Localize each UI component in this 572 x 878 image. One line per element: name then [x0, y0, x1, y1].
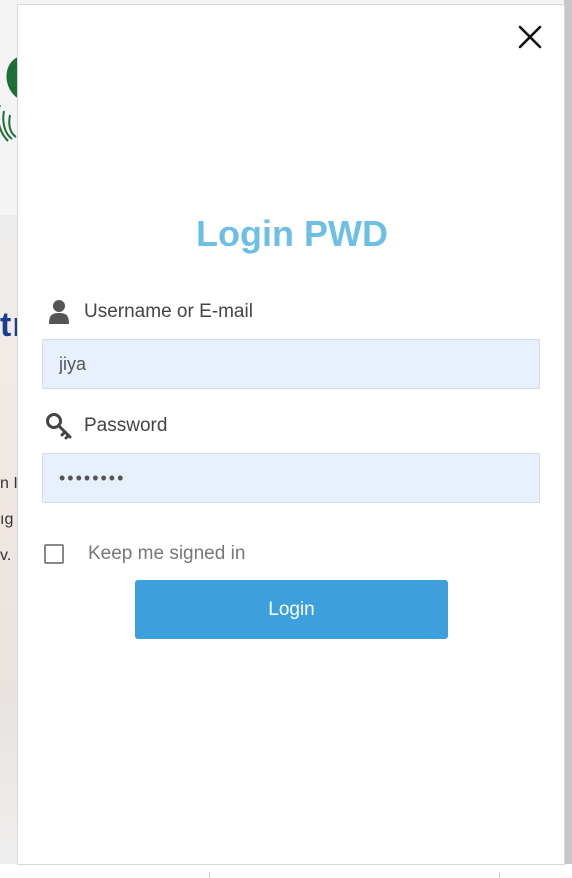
background-divider: [209, 872, 210, 878]
background-divider: [499, 872, 500, 878]
login-button[interactable]: Login: [135, 580, 448, 639]
key-icon: [44, 411, 74, 441]
close-icon: [518, 25, 542, 49]
background-scrollbar[interactable]: [564, 0, 572, 878]
login-modal: Login PWD Username or E-mail Password Ke…: [17, 4, 565, 865]
password-label: Password: [44, 411, 167, 441]
remember-me[interactable]: Keep me signed in: [44, 543, 245, 565]
password-input[interactable]: [42, 453, 540, 503]
background-footer: [0, 864, 572, 878]
password-label-text: Password: [84, 415, 168, 436]
username-label: Username or E-mail: [44, 297, 253, 327]
close-button[interactable]: [516, 23, 544, 51]
username-input[interactable]: [42, 339, 540, 389]
page-title: Login PWD: [196, 213, 388, 254]
user-icon: [44, 297, 74, 327]
remember-checkbox[interactable]: [44, 544, 64, 564]
remember-label: Keep me signed in: [88, 543, 246, 564]
username-label-text: Username or E-mail: [84, 301, 253, 322]
